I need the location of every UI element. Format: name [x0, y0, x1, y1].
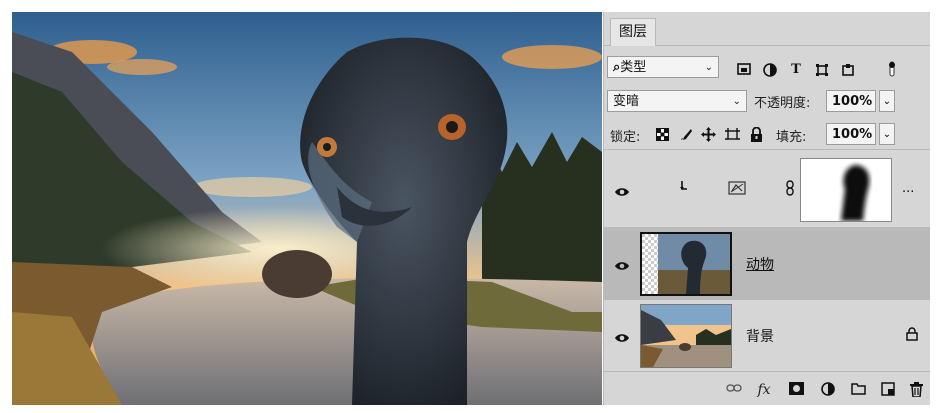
trash-icon[interactable] [908, 382, 924, 398]
fx-icon[interactable]: fx [756, 382, 772, 398]
opacity-input[interactable]: 100% [826, 90, 876, 112]
filter-kind-dropdown[interactable]: ⌕类型 ⌄ [607, 56, 719, 78]
chevron-down-icon: ⌄ [732, 96, 741, 107]
layer-mask-thumbnail[interactable] [800, 158, 892, 222]
layer-name[interactable]: 背景 [746, 326, 774, 346]
filter-row: ⌕类型 ⌄ T [604, 52, 930, 82]
document-canvas[interactable] [12, 12, 602, 405]
filter-toggle-icon[interactable] [884, 60, 900, 77]
clipping-arrow-icon [676, 181, 692, 197]
shape-filter-icon[interactable] [814, 63, 830, 79]
layer-name[interactable]: 动物 [746, 254, 774, 274]
blend-mode-dropdown[interactable]: 变暗 ⌄ [607, 90, 747, 112]
eye-icon[interactable] [614, 183, 630, 196]
opacity-value: 100% [832, 94, 873, 109]
opacity-label: 不透明度: [754, 96, 811, 111]
lock-row: 锁定: 填充: 100% ⌄ [604, 119, 930, 150]
layers-bottom-bar: fx [604, 372, 930, 405]
layer-row[interactable]: ... [604, 152, 930, 228]
mask-link-icon[interactable] [782, 180, 798, 196]
chevron-down-icon: ⌄ [882, 96, 892, 107]
layer-row[interactable]: 背景 [604, 300, 930, 372]
new-group-icon[interactable] [850, 382, 866, 398]
fill-value: 100% [832, 127, 873, 142]
lock-position-icon[interactable] [700, 127, 716, 143]
type-filter-icon[interactable]: T [788, 62, 804, 78]
app-root: 图层 ⌕类型 ⌄ T 变暗 ⌄ 不透明度: 100% ⌄ 锁定: 填充: 100… [0, 0, 939, 413]
blend-row: 变暗 ⌄ 不透明度: 100% ⌄ [604, 87, 930, 115]
lock-transparent-pixels-icon[interactable] [654, 128, 670, 144]
layer-more[interactable]: ... [902, 181, 914, 196]
fill-input[interactable]: 100% [826, 123, 876, 145]
tab-layers[interactable]: 图层 [610, 18, 656, 46]
panel-tab-bar: 图层 [604, 12, 930, 46]
lock-label: 锁定: [610, 130, 641, 145]
new-layer-icon[interactable] [880, 382, 896, 398]
layer-thumbnail[interactable] [640, 304, 732, 368]
fill-slider-button[interactable]: ⌄ [879, 123, 895, 145]
pixel-filter-icon[interactable] [736, 63, 752, 79]
smart-object-filter-icon[interactable] [840, 63, 856, 79]
eye-icon[interactable] [614, 257, 630, 270]
lock-image-pixels-icon[interactable] [678, 128, 694, 144]
lock-artboard-icon[interactable] [724, 128, 740, 144]
lock-icon [904, 327, 920, 343]
layer-row-selected[interactable]: 动物 [604, 228, 930, 300]
opacity-slider-button[interactable]: ⌄ [879, 90, 895, 112]
new-adjustment-layer-icon[interactable] [820, 382, 836, 398]
lock-all-icon[interactable] [748, 126, 764, 143]
filter-kind-label: 类型 [620, 60, 647, 75]
adjustment-layer-icon[interactable] [728, 181, 746, 197]
link-layers-icon[interactable] [726, 382, 742, 398]
layer-thumbnail[interactable] [640, 232, 732, 296]
eye-icon[interactable] [614, 329, 630, 342]
chevron-down-icon: ⌄ [882, 129, 892, 140]
layers-panel: 图层 ⌕类型 ⌄ T 变暗 ⌄ 不透明度: 100% ⌄ 锁定: 填充: 100… [603, 12, 930, 405]
add-mask-icon[interactable] [788, 382, 804, 398]
blend-mode-value: 变暗 [613, 94, 640, 109]
chevron-down-icon: ⌄ [704, 62, 713, 73]
adjustment-filter-icon[interactable] [762, 63, 778, 79]
fill-label: 填充: [776, 130, 807, 145]
